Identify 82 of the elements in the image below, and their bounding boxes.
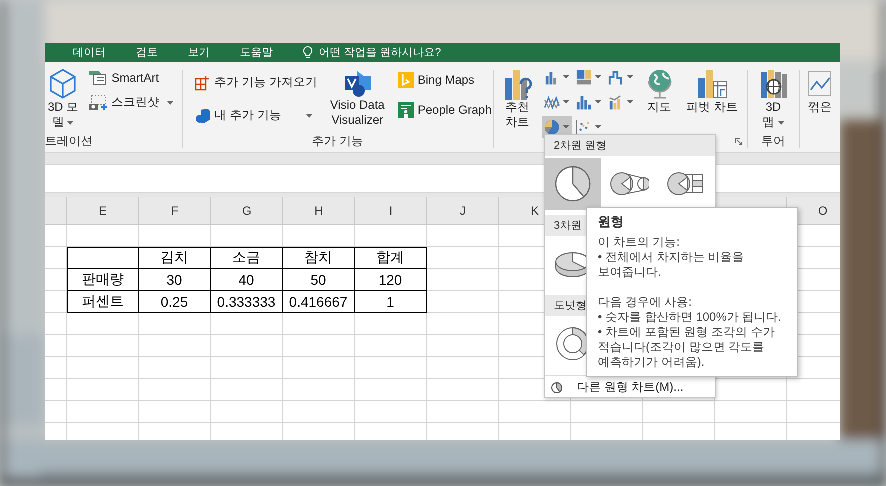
table-cell: 0.25 — [139, 291, 211, 313]
tooltip-heading: 이 차트의 기능: — [598, 235, 682, 250]
column-header: I — [388, 203, 394, 220]
table-cell: 1 — [355, 291, 427, 313]
camera-icon — [88, 94, 108, 110]
recommended-charts-button[interactable]: 추천 차트 — [500, 66, 536, 132]
menu-tab[interactable]: 데이터 — [73, 45, 106, 60]
tell-me-field[interactable]: 어떤 작업을 원하시나요? — [319, 46, 469, 58]
group-label: 트레이션 — [45, 133, 94, 148]
table-cell: 50 — [283, 269, 355, 291]
bing-maps-button[interactable]: Bing Maps — [396, 70, 494, 90]
column-header: H — [314, 203, 324, 220]
line-sparkline-button[interactable]: 꺾은 — [804, 66, 836, 117]
caret-icon — [562, 75, 570, 79]
table-cell: 30 — [139, 269, 211, 291]
column-header: J — [459, 203, 467, 220]
column-header: K — [530, 203, 540, 220]
bing-logo-icon — [398, 72, 414, 88]
caret-icon — [626, 100, 634, 104]
visio-icon — [342, 68, 373, 98]
person-chart-icon — [398, 102, 414, 118]
table-cell: 퍼센트 — [67, 291, 139, 313]
pie-chart-icon — [551, 382, 563, 394]
visio-data-visualizer-button[interactable]: Visio Data Visualizer — [327, 66, 388, 130]
table-cell: 120 — [355, 269, 427, 291]
table-cell: 판매량 — [67, 269, 139, 291]
smartart-button[interactable]: SmartArt — [86, 68, 176, 88]
chart-question-icon — [502, 68, 533, 100]
waterfall-chart-icon — [608, 68, 624, 86]
column-header: E — [98, 203, 108, 220]
line-chart-icon — [544, 94, 560, 110]
lightbulb-icon — [303, 46, 313, 59]
table-cell: 참치 — [283, 247, 355, 269]
bar-chart-icon — [576, 94, 592, 110]
column-header: O — [817, 203, 829, 220]
screenshot-button[interactable]: 스크린샷 — [86, 92, 176, 113]
menu-tab[interactable]: 도움말 — [240, 45, 273, 60]
people-graph-button[interactable]: People Graph — [396, 100, 494, 120]
caret-icon — [166, 100, 174, 104]
column-header: G — [241, 203, 253, 220]
caret-icon — [562, 100, 570, 104]
caret-icon — [594, 75, 602, 79]
3d-map-button[interactable]: 3D 맵 — [756, 66, 792, 132]
chart-option[interactable] — [545, 158, 601, 210]
my-add-ins-button[interactable]: 내 추가 기능 — [192, 105, 320, 126]
caret-icon — [306, 114, 314, 118]
maps-button[interactable]: 지도 — [642, 66, 678, 117]
group-label: 투어 — [760, 133, 787, 148]
table-cell: 0.333333 — [211, 291, 283, 313]
caret-icon — [594, 100, 602, 104]
3d-model-button[interactable]: 3D 모 델 — [45, 66, 82, 132]
table-cell: 김치 — [139, 247, 211, 269]
table-cell: 소금 — [211, 247, 283, 269]
table-cell: 0.416667 — [283, 291, 355, 313]
group-label: 추가 기능 — [311, 133, 364, 148]
tooltip-bullet: • 전체에서 차지하는 비율을 보여줍니다. — [598, 250, 746, 280]
globe-map-icon — [758, 68, 789, 100]
caret-icon — [626, 75, 634, 79]
combo-chart-icon — [608, 94, 624, 110]
menu-tab[interactable]: 보기 — [188, 45, 210, 60]
pie-chart-icon — [544, 118, 560, 136]
section-header: 2차원 원형 — [545, 135, 715, 156]
table-cell: 합계 — [355, 247, 427, 269]
table-cell: 40 — [211, 269, 283, 291]
column-header: F — [170, 203, 180, 220]
get-add-ins-button[interactable]: 추가 기능 가져오기 — [192, 72, 320, 93]
tooltip-title: 원형 — [598, 214, 625, 229]
pie-chart-icon — [553, 164, 593, 204]
caret-icon — [67, 120, 74, 124]
tooltip-heading: 다음 경우에 사용: — [598, 295, 694, 310]
menu-tab[interactable]: 검토 — [136, 45, 158, 60]
table-cell — [67, 247, 139, 269]
caret-icon — [594, 125, 602, 129]
treemap-chart-icon — [576, 68, 592, 86]
caret-icon — [562, 125, 570, 129]
tooltip-bullet: • 차트에 포함된 원형 조각의 수가 적습니다(조각이 많으면 각도를 예측하기가 어려움). — [598, 325, 776, 370]
add-in-grid-icon — [194, 74, 211, 90]
dialog-launcher-icon[interactable] — [735, 138, 744, 146]
pivot-chart-icon — [696, 68, 728, 100]
caret-icon — [778, 120, 785, 124]
smartart-icon — [88, 70, 108, 86]
pivot-chart-button[interactable]: 피벗 차트 — [684, 66, 742, 117]
